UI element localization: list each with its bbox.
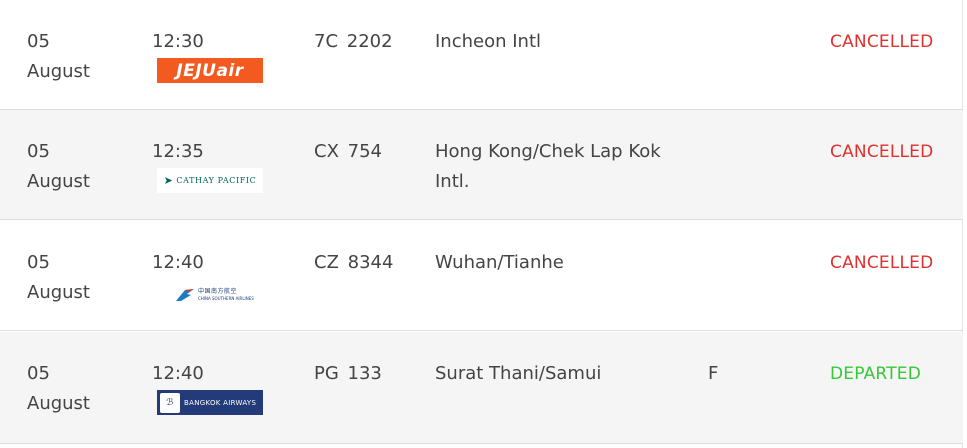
flight-destination: Hong Kong/Chek Lap Kok Intl. [435, 141, 661, 192]
bangkok-airways-logo-icon: ℬ BANGKOK AIRWAYS [157, 390, 263, 415]
status-badge: CANCELLED [830, 32, 934, 52]
date-day: 05 [27, 31, 50, 52]
status-badge: DEPARTED [830, 364, 922, 384]
flight-number: CX 754 [314, 141, 382, 162]
flight-number: CZ 8344 [314, 252, 394, 273]
airline-logo-text: 中国南方航空 CHINA SOUTHERN AIRLINES [198, 288, 254, 302]
brushwing-icon: ➤ [163, 174, 174, 187]
china-southern-logo-icon: 中国南方航空 CHINA SOUTHERN AIRLINES [157, 282, 263, 307]
flight-destination: Incheon Intl [435, 31, 542, 52]
flight-date: 05 August [27, 248, 122, 308]
flight-number: 7C 2202 [314, 31, 393, 52]
flight-date: 05 August [27, 27, 122, 87]
table-row[interactable]: 05 August 12:40 中国南方航空 CHINA SOUTHERN AI… [0, 221, 963, 331]
date-month: August [27, 61, 90, 82]
airline-logo-text: JEJUair [176, 60, 244, 81]
jejuair-logo-icon: JEJUair [157, 58, 263, 83]
table-row[interactable]: 05 August 12:30 JEJUair 7C 2202 Incheon … [0, 0, 963, 110]
table-row[interactable]: 05 August 12:40 ℬ BANGKOK AIRWAYS PG 133… [0, 332, 963, 444]
status-badge: CANCELLED [830, 142, 934, 162]
date-day: 05 [27, 141, 50, 162]
date-day: 05 [27, 363, 50, 384]
date-month: August [27, 282, 90, 303]
flight-board: 05 August 12:30 JEJUair 7C 2202 Incheon … [0, 0, 963, 448]
airline-logo-text: CATHAY PACIFIC [176, 176, 257, 185]
kapok-bird-icon [176, 288, 194, 301]
flight-gate: F [708, 363, 719, 384]
flight-date: 05 August [27, 359, 122, 419]
flight-time: 12:40 [152, 252, 204, 273]
flight-number: PG 133 [314, 363, 382, 384]
date-month: August [27, 393, 90, 414]
bangkok-emblem-icon: ℬ [160, 392, 180, 413]
flight-time: 12:40 [152, 363, 204, 384]
date-month: August [27, 171, 90, 192]
airline-logo-text: BANGKOK AIRWAYS [184, 398, 257, 407]
date-day: 05 [27, 252, 50, 273]
flight-time: 12:30 [152, 31, 204, 52]
flight-destination: Wuhan/Tianhe [435, 252, 564, 273]
flight-date: 05 August [27, 137, 122, 197]
table-row[interactable]: 05 August 12:35 ➤ CATHAY PACIFIC CX 754 … [0, 110, 963, 220]
airline-logo-cn: 中国南方航空 [198, 287, 238, 295]
flight-time: 12:35 [152, 141, 204, 162]
airline-logo-en: CHINA SOUTHERN AIRLINES [198, 295, 254, 301]
status-badge: CANCELLED [830, 253, 934, 273]
cathay-pacific-logo-icon: ➤ CATHAY PACIFIC [157, 168, 263, 193]
flight-destination: Surat Thani/Samui [435, 363, 602, 384]
